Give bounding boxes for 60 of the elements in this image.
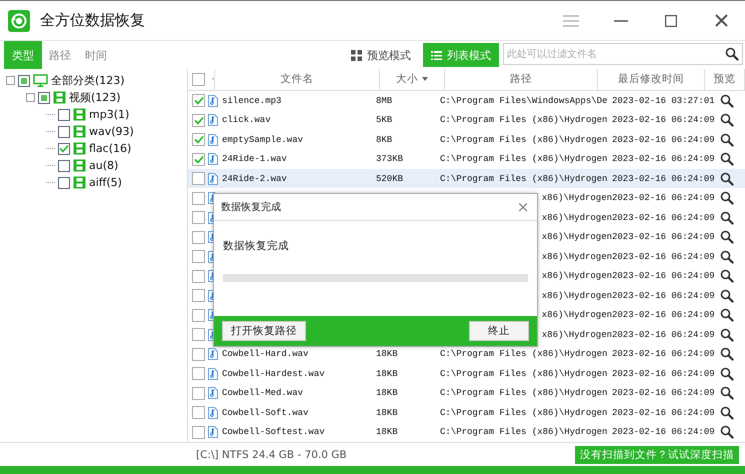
file-size: 18KB: [376, 388, 398, 398]
modified-time: 2023-02-16 06:24:09: [612, 174, 715, 184]
file-size: 18KB: [376, 427, 398, 438]
modified-time: 2023-02-16 06:24:09: [612, 271, 715, 282]
file-path: x86)\Hydrogen: [542, 193, 612, 204]
modified-time: 2023-02-16 06:24:09: [612, 252, 715, 262]
file-size: 18KB: [376, 349, 398, 360]
modified-time: 2023-02-16 06:24:09: [612, 408, 715, 418]
file-path: C:\Program Files (x86)\Hydrogen: [440, 349, 608, 360]
file-size: 18KB: [376, 408, 398, 418]
file-path: x86)\Hydrogen: [542, 212, 612, 223]
file-path: C:\Program Files (x86)\Hydrogen: [440, 115, 608, 126]
modified-time: 2023-02-16 06:24:09: [612, 368, 715, 379]
file-name: Cowbell-Hard.wav: [222, 349, 308, 360]
modified-time: 2023-02-16 06:24:09: [612, 115, 715, 126]
file-path: x86)\Hydrogen: [542, 290, 612, 301]
dialog-title: 数据恢复完成: [221, 200, 282, 214]
modified-time: 2023-02-16 06:24:09: [612, 232, 715, 242]
file-path: x86)\Hydrogen: [542, 232, 612, 242]
window-title: 全方位数据恢复: [40, 11, 146, 30]
modified-time: 2023-02-16 06:24:09: [612, 290, 715, 301]
file-path: C:\Program Files (x86)\Hydrogen: [440, 368, 608, 379]
modified-time: 2023-02-16 06:24:09: [612, 134, 715, 145]
file-size: 520KB: [376, 174, 404, 184]
modified-time: 2023-02-16 06:24:09: [612, 388, 715, 398]
modified-time: 2023-02-16 06:24:09: [612, 193, 715, 204]
file-path: x86)\Hydrogen: [542, 252, 612, 262]
file-name: silence.mp3: [222, 96, 282, 106]
file-name: emptySample.wav: [222, 134, 304, 145]
modified-time: 2023-02-16 06:24:09: [612, 310, 715, 320]
file-size: 8MB: [376, 96, 392, 106]
modified-time: 2023-02-16 06:24:09: [612, 154, 715, 164]
dialog-message: 数据恢复完成: [223, 239, 290, 253]
modified-time: 2023-02-16 06:24:09: [612, 349, 715, 360]
file-name: Cowbell-Hardest.wav: [222, 368, 325, 379]
file-name: 24Ride-2.wav: [222, 174, 287, 184]
file-name: Cowbell-Softest.wav: [222, 427, 325, 438]
file-path: C:\Program Files (x86)\Hydrogen: [440, 154, 608, 164]
file-name: Cowbell-Med.wav: [222, 388, 304, 398]
file-path: C:\Program Files (x86)\Hydrogen: [440, 408, 608, 418]
file-size: 373KB: [376, 154, 404, 164]
modified-time: 2023-02-16 06:24:09: [612, 212, 715, 223]
file-path: C:\Program Files\WindowsApps\De: [440, 96, 608, 106]
file-path: C:\Program Files (x86)\Hydrogen: [440, 174, 608, 184]
file-path: C:\Program Files (x86)\Hydrogen: [440, 427, 608, 438]
modified-time: 2023-02-16 06:24:09: [612, 427, 715, 438]
file-size: 8KB: [376, 134, 392, 145]
modified-time: 2023-02-16 06:24:09: [612, 330, 715, 340]
disk-info: [C:\] NTFS 24.4 GB - 70.0 GB: [196, 448, 348, 460]
modified-time: 2023-02-16 03:27:01: [612, 96, 715, 106]
file-size: 18KB: [376, 368, 398, 379]
file-name: 24Ride-1.wav: [222, 154, 287, 164]
file-name: Cowbell-Soft.wav: [222, 408, 308, 418]
file-size: 5KB: [376, 115, 392, 126]
file-path: C:\Program Files (x86)\Hydrogen: [440, 388, 608, 398]
file-path: x86)\Hydrogen: [542, 310, 612, 320]
file-name: click.wav: [222, 115, 271, 126]
file-path: x86)\Hydrogen: [542, 271, 612, 282]
file-path: C:\Program Files (x86)\Hydrogen: [440, 134, 608, 145]
file-path: x86)\Hydrogen: [542, 330, 612, 340]
